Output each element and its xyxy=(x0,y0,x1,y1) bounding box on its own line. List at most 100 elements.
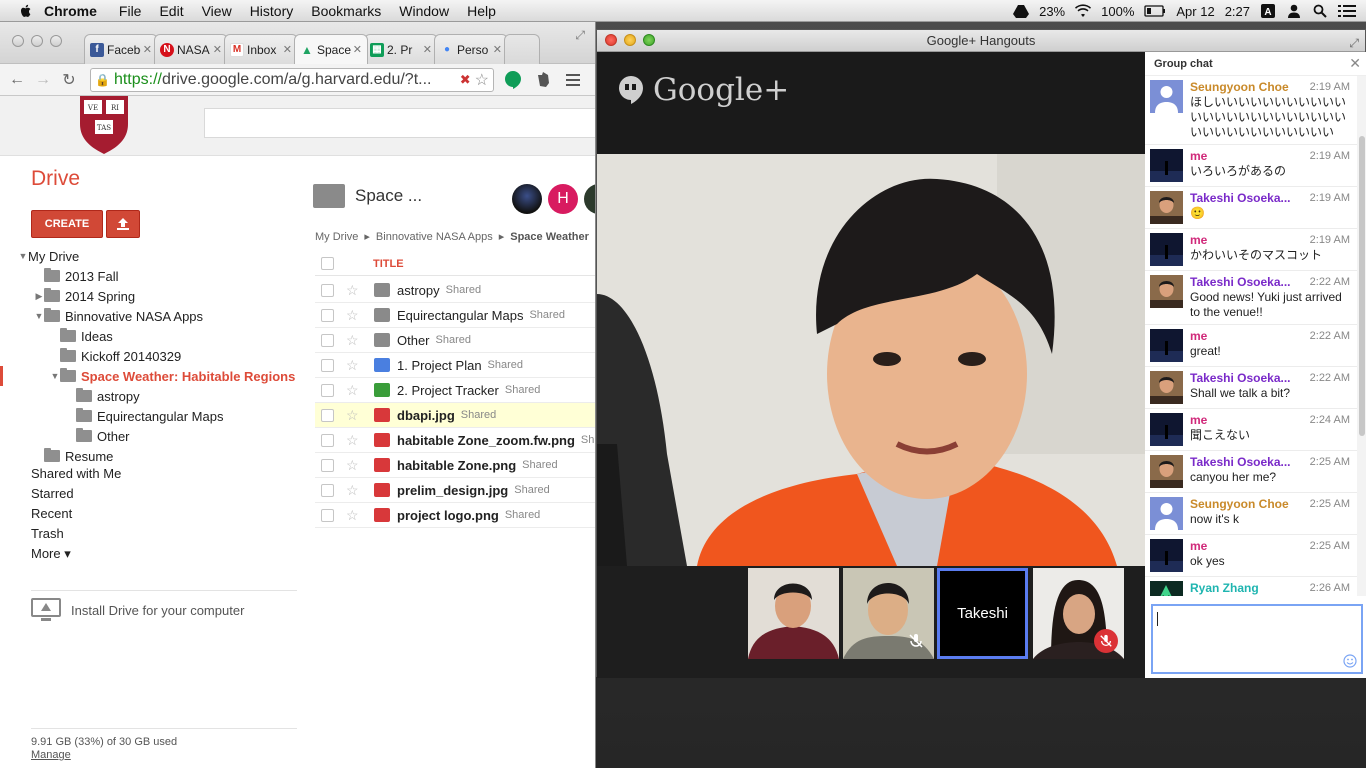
create-button[interactable]: CREATE xyxy=(31,210,103,238)
file-row[interactable]: ☆ 2. Project Tracker Shared xyxy=(315,378,595,403)
file-row[interactable]: ☆ habitable Zone.png Shared xyxy=(315,453,595,478)
star-icon[interactable]: ☆ xyxy=(346,407,362,424)
participant-thumbnail[interactable] xyxy=(748,568,839,659)
menubar-date[interactable]: Apr 12 xyxy=(1176,4,1214,19)
tab-facebook[interactable]: fFacebook✕ xyxy=(84,34,158,64)
star-icon[interactable]: ☆ xyxy=(346,482,362,499)
tree-item-kickoff[interactable]: Kickoff 20140329 xyxy=(0,346,300,366)
row-checkbox[interactable] xyxy=(321,358,334,372)
menu-app-name[interactable]: Chrome xyxy=(44,3,97,19)
select-all-checkbox[interactable] xyxy=(321,257,334,270)
wifi-icon[interactable] xyxy=(1075,4,1092,18)
menu-bookmarks[interactable]: Bookmarks xyxy=(311,3,381,19)
tree-item-binnovative-nasa-apps[interactable]: ▼ Binnovative NASA Apps xyxy=(0,306,300,326)
nav-recent[interactable]: Recent xyxy=(31,506,72,521)
fullscreen-icon[interactable]: ⤢ xyxy=(575,28,585,43)
close-tab-icon[interactable]: ✕ xyxy=(143,43,152,56)
google-drive-sync-icon[interactable] xyxy=(1013,4,1030,18)
close-tab-icon[interactable]: ✕ xyxy=(213,43,222,56)
tab-personal[interactable]: ● Perso ✕ xyxy=(434,34,508,64)
file-row[interactable]: ☆ project logo.png Shared xyxy=(315,503,595,528)
tree-item-equirectangular-maps[interactable]: Equirectangular Maps xyxy=(0,406,300,426)
menubar-time[interactable]: 2:27 xyxy=(1225,4,1250,19)
menu-edit[interactable]: Edit xyxy=(159,3,183,19)
scrollbar-thumb[interactable] xyxy=(1359,136,1365,436)
folder-title[interactable]: Space ... xyxy=(355,186,422,206)
tree-item-2014-spring[interactable]: ▶ 2014 Spring xyxy=(0,286,300,306)
close-tab-icon[interactable]: ✕ xyxy=(493,43,502,56)
tab-gmail-inbox[interactable]: M Inbox ✕ xyxy=(224,34,298,64)
drive-logo[interactable]: Drive xyxy=(31,167,80,191)
file-row[interactable]: ☆ dbapi.jpg Shared xyxy=(315,403,595,428)
star-icon[interactable]: ☆ xyxy=(346,457,362,474)
participant-thumbnail-active[interactable]: Takeshi xyxy=(937,568,1028,659)
forward-icon[interactable]: → xyxy=(32,71,54,89)
nav-trash[interactable]: Trash xyxy=(31,526,64,541)
participant-thumbnail[interactable] xyxy=(1033,568,1124,659)
tree-item-2013-fall[interactable]: 2013 Fall xyxy=(0,266,300,286)
file-row[interactable]: ☆ 1. Project Plan Shared xyxy=(315,353,595,378)
collaborator-avatar[interactable] xyxy=(512,184,542,214)
star-icon[interactable]: ☆ xyxy=(346,357,362,374)
manage-storage-link[interactable]: Manage xyxy=(31,749,177,761)
nav-more[interactable]: More ▾ xyxy=(31,546,71,562)
apple-icon[interactable] xyxy=(18,3,34,19)
close-tab-icon[interactable]: ✕ xyxy=(353,43,362,56)
close-window-button[interactable] xyxy=(12,35,24,47)
tree-item-astropy[interactable]: astropy xyxy=(0,386,300,406)
battery-icon[interactable] xyxy=(1144,4,1166,18)
collaborator-avatar-h[interactable]: H xyxy=(548,184,578,214)
star-icon[interactable]: ☆ xyxy=(346,432,362,449)
menu-help[interactable]: Help xyxy=(467,3,496,19)
nav-starred[interactable]: Starred xyxy=(31,486,74,501)
address-bar[interactable]: 🔒 https:// drive.google.com/a/g.harvard.… xyxy=(90,67,494,92)
close-tab-icon[interactable]: ✕ xyxy=(283,43,292,56)
input-source-icon[interactable]: A xyxy=(1260,4,1276,18)
file-row[interactable]: ☆ habitable Zone_zoom.fw.png Sh xyxy=(315,428,595,453)
install-drive-link[interactable]: Install Drive for your computer xyxy=(31,598,244,622)
star-icon[interactable]: ☆ xyxy=(346,382,362,399)
star-icon[interactable]: ☆ xyxy=(346,507,362,524)
star-icon[interactable]: ☆ xyxy=(346,332,362,349)
row-checkbox[interactable] xyxy=(321,433,334,447)
bookmark-star-icon[interactable]: ☆ xyxy=(475,70,489,90)
harvard-crest-logo[interactable]: VE RI TAS xyxy=(78,96,130,154)
chrome-menu-icon[interactable] xyxy=(562,69,584,91)
chat-message-input[interactable] xyxy=(1151,604,1363,674)
menu-window[interactable]: Window xyxy=(399,3,449,19)
collapsed-caret-icon[interactable]: ▶ xyxy=(34,291,44,302)
evernote-extension-icon[interactable] xyxy=(532,69,554,91)
tree-item-other[interactable]: Other xyxy=(0,426,300,446)
close-window-button[interactable] xyxy=(605,34,617,46)
expanded-caret-icon[interactable]: ▼ xyxy=(18,251,28,261)
zoom-window-button[interactable] xyxy=(643,34,655,46)
file-row[interactable]: ☆ Equirectangular Maps Shared xyxy=(315,303,595,328)
title-column-header[interactable]: TITLE xyxy=(373,258,404,270)
tree-item-resume[interactable]: Resume xyxy=(0,446,300,466)
tree-item-my-drive[interactable]: ▼ My Drive xyxy=(0,246,300,266)
tab-project-tracker[interactable]: ▦ 2. Pr ✕ xyxy=(364,34,438,64)
tree-item-space-weather[interactable]: ▼ Space Weather: Habitable Regions xyxy=(0,366,300,386)
breadcrumb-item[interactable]: Binnovative NASA Apps xyxy=(376,231,493,243)
notification-center-icon[interactable] xyxy=(1338,4,1356,18)
row-checkbox[interactable] xyxy=(321,333,334,347)
row-checkbox[interactable] xyxy=(321,508,334,522)
row-checkbox[interactable] xyxy=(321,408,334,422)
main-video-feed[interactable] xyxy=(597,154,1145,566)
zoom-window-button[interactable] xyxy=(50,35,62,47)
minimize-window-button[interactable] xyxy=(31,35,43,47)
star-icon[interactable]: ☆ xyxy=(346,307,362,324)
emoji-picker-icon[interactable] xyxy=(1343,654,1357,668)
drive-search-input[interactable] xyxy=(204,108,595,138)
participant-thumbnail[interactable] xyxy=(843,568,934,659)
upload-button[interactable] xyxy=(106,210,140,238)
chat-scrollbar[interactable] xyxy=(1357,76,1366,596)
row-checkbox[interactable] xyxy=(321,483,334,497)
row-checkbox[interactable] xyxy=(321,458,334,472)
menu-view[interactable]: View xyxy=(202,3,232,19)
fullscreen-icon[interactable]: ⤢ xyxy=(1349,32,1359,54)
reload-icon[interactable]: ↻ xyxy=(58,70,80,90)
tab-nasa[interactable]: N NASA ✕ xyxy=(154,34,228,64)
spotlight-search-icon[interactable] xyxy=(1312,4,1328,18)
minimize-window-button[interactable] xyxy=(624,34,636,46)
